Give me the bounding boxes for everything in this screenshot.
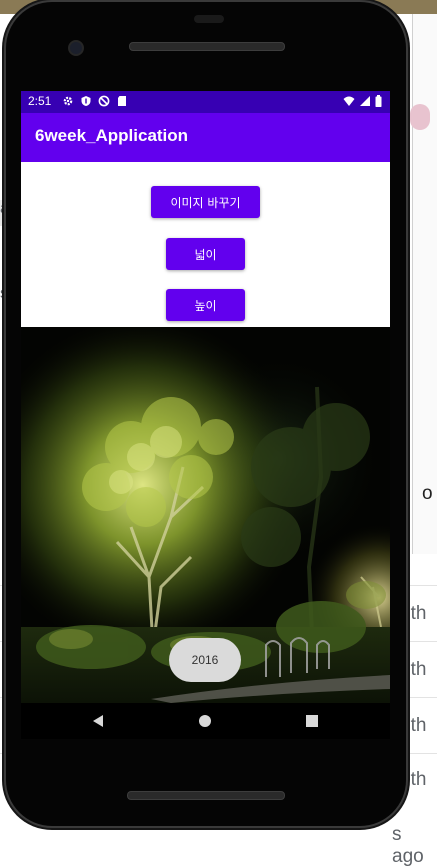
app-bar: 6week_Application xyxy=(21,113,390,162)
bottom-speaker xyxy=(127,791,285,800)
sd-card-icon xyxy=(118,96,126,106)
back-icon[interactable] xyxy=(91,714,105,728)
status-time: 2:51 xyxy=(28,94,52,108)
no-sync-icon xyxy=(98,95,110,107)
wifi-icon xyxy=(343,96,355,106)
device-screen: 2:51 6week_Application 이미지 바꾸기 넓이 높이 201… xyxy=(21,91,390,739)
front-camera xyxy=(68,40,84,56)
home-icon[interactable] xyxy=(198,714,212,728)
battery-icon xyxy=(375,95,382,107)
height-button[interactable]: 높이 xyxy=(166,289,245,321)
recents-icon[interactable] xyxy=(305,714,319,728)
button-panel: 이미지 바꾸기 넓이 높이 xyxy=(21,162,390,327)
background-side-panel xyxy=(412,14,437,554)
change-image-button[interactable]: 이미지 바꾸기 xyxy=(151,186,260,218)
toast-message: 2016 xyxy=(169,638,241,682)
top-speaker xyxy=(129,42,285,51)
navigation-bar xyxy=(21,703,390,739)
avatar xyxy=(410,104,430,130)
status-bar: 2:51 xyxy=(21,91,390,113)
app-title: 6week_Application xyxy=(35,126,189,145)
signal-icon xyxy=(360,96,370,106)
phone-notch xyxy=(194,15,224,23)
gear-icon xyxy=(63,96,73,106)
width-button[interactable]: 넓이 xyxy=(166,238,245,270)
shield-icon xyxy=(81,96,91,106)
phone-frame: 2:51 6week_Application 이미지 바꾸기 넓이 높이 201… xyxy=(6,2,406,826)
background-fragment: o xyxy=(422,483,433,504)
background-fragment: s ago xyxy=(392,824,424,867)
